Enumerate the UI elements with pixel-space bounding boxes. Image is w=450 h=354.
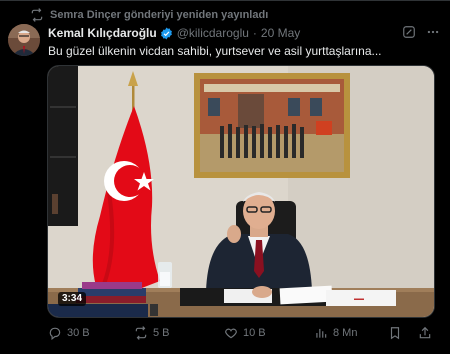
heart-icon bbox=[225, 328, 237, 339]
share-icon bbox=[419, 326, 431, 339]
action-bar: 30 B 5 B 10 B 8 Mn bbox=[48, 324, 438, 342]
svg-text:▬▬: ▬▬ bbox=[354, 296, 364, 302]
video-duration: 3:34 bbox=[58, 292, 87, 306]
views-button[interactable]: 8 Mn bbox=[314, 324, 357, 342]
bookmark-icon bbox=[390, 327, 400, 340]
tweet-date[interactable]: 20 May bbox=[261, 26, 300, 40]
share-button[interactable] bbox=[418, 324, 432, 342]
separator-dot: · bbox=[252, 26, 257, 40]
more-options-icon[interactable] bbox=[426, 25, 440, 39]
like-count: 10 B bbox=[243, 327, 266, 339]
tweet-header: Kemal Kılıçdaroğlu @kilicdaroglu · 20 Ma… bbox=[48, 25, 440, 41]
reply-icon bbox=[49, 327, 61, 340]
repost-icon bbox=[31, 8, 43, 22]
reply-button[interactable]: 30 B bbox=[48, 324, 90, 342]
repost-action-icon bbox=[135, 326, 147, 340]
repost-button[interactable]: 5 B bbox=[134, 324, 170, 342]
verified-badge-icon bbox=[160, 27, 172, 39]
grok-icon[interactable] bbox=[402, 25, 416, 39]
author-name[interactable]: Kemal Kılıçdaroğlu bbox=[48, 26, 157, 40]
tweet-text: Bu güzel ülkenin vicdan sahibi, yurtseve… bbox=[48, 44, 382, 58]
bookmark-button[interactable] bbox=[388, 324, 402, 342]
like-button[interactable]: 10 B bbox=[224, 324, 266, 342]
repost-context: Semra Dinçer gönderiyi yeniden yayınladı bbox=[30, 7, 268, 23]
repost-count: 5 B bbox=[153, 327, 170, 339]
avatar-image bbox=[8, 24, 40, 56]
reply-count: 30 B bbox=[67, 327, 90, 339]
video-player[interactable]: ▬▬ bbox=[47, 65, 435, 318]
repost-label[interactable]: Semra Dinçer gönderiyi yeniden yayınladı bbox=[50, 9, 268, 21]
view-count: 8 Mn bbox=[333, 327, 358, 339]
views-icon bbox=[316, 328, 327, 338]
tweet-card[interactable]: Semra Dinçer gönderiyi yeniden yayınladı… bbox=[0, 0, 450, 354]
avatar[interactable] bbox=[8, 24, 40, 56]
video-frame: ▬▬ bbox=[48, 66, 434, 317]
author-handle[interactable]: @kilicdaroglu bbox=[177, 26, 249, 40]
